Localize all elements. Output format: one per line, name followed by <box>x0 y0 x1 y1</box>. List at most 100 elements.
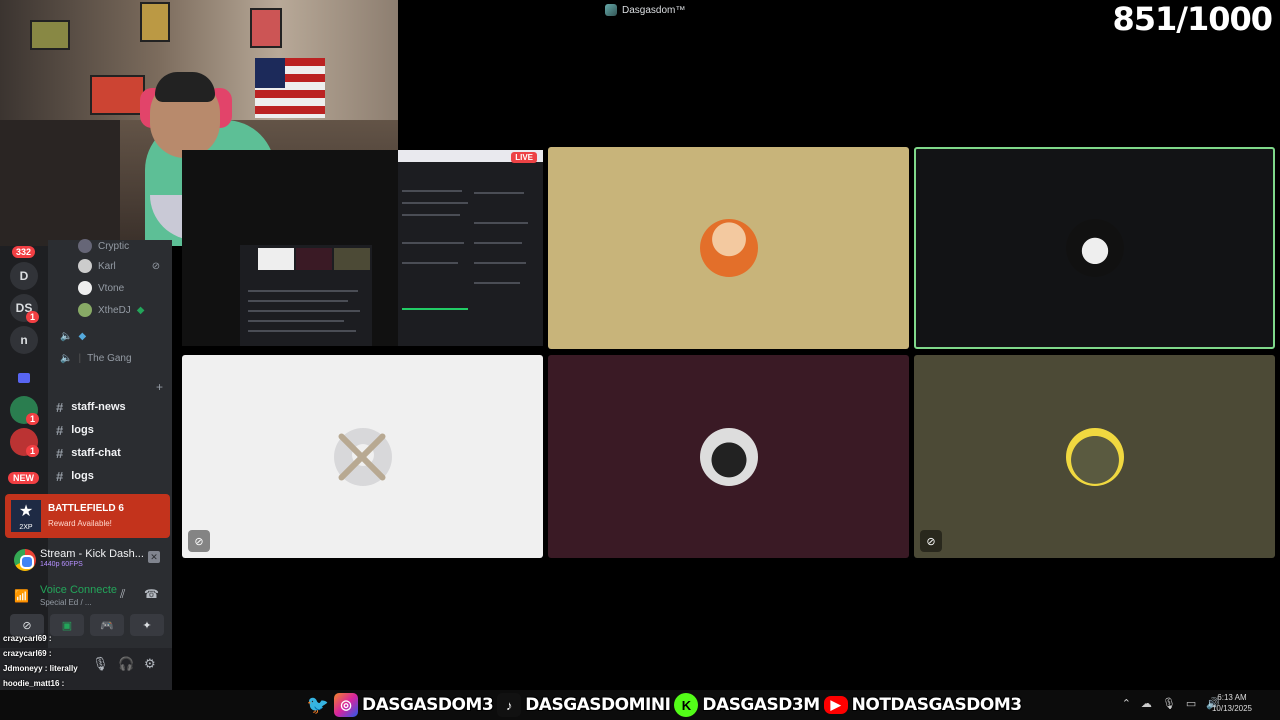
home-badge: 332 <box>12 246 36 258</box>
microphone-icon[interactable]: 🎙 <box>1162 697 1176 710</box>
clock[interactable]: 6:13 AM 10/13/2025 <box>1212 692 1252 714</box>
camera-off-button[interactable]: ⊘ <box>10 614 44 636</box>
server-badge: 1 <box>26 413 40 425</box>
text-line <box>248 300 348 302</box>
text-line <box>248 290 358 292</box>
avatar <box>78 259 92 273</box>
muted-icon: ⊘ <box>920 530 942 552</box>
server-d[interactable]: D <box>10 262 38 290</box>
instagram-icon: ◎ <box>334 693 358 717</box>
speaker-icon: 🔈 <box>60 352 73 364</box>
avatar <box>78 239 92 253</box>
signal-icon: 📶 <box>14 589 29 603</box>
channel-logs[interactable]: # logs <box>56 466 94 486</box>
avatar <box>78 281 92 295</box>
tile-skull[interactable]: ⊘ <box>182 355 543 558</box>
headphones-icon[interactable]: 🎧 <box>118 656 134 672</box>
system-tray: ⌃ ☁ 🎙 ▭ 🔊 <box>1122 697 1220 710</box>
voice-user[interactable]: Vtone <box>78 279 124 297</box>
text-line <box>402 242 464 244</box>
stage-title: Dasgasdom™ <box>605 4 685 16</box>
folder-icon[interactable] <box>10 364 38 392</box>
text-line <box>402 262 458 264</box>
text-line <box>474 192 524 194</box>
soundboard-button[interactable]: ✦ <box>130 614 164 636</box>
screen-share-button[interactable]: ▣ <box>50 614 84 636</box>
stop-stream-icon[interactable]: ✕ <box>148 551 160 563</box>
wall-poster <box>90 75 145 115</box>
chat-message: crazycarl69 : <box>3 649 52 658</box>
text-line <box>474 262 526 264</box>
text-line <box>402 214 460 216</box>
voice-user[interactable]: XtheDJ ◆ <box>78 301 145 319</box>
wall-poster <box>30 20 70 50</box>
add-channel-icon[interactable]: + <box>156 380 163 394</box>
flag-poster <box>255 58 325 118</box>
channel-staff-news[interactable]: # staff-news <box>56 397 126 417</box>
shared-thumb <box>296 248 332 270</box>
channel-logs[interactable]: # logs <box>56 420 94 440</box>
voice-channel[interactable]: 🔈 ◆ <box>60 327 92 345</box>
server-n[interactable]: n <box>10 326 38 354</box>
hash-icon: # <box>56 399 64 415</box>
cloud-icon[interactable]: ☁ <box>1141 697 1152 710</box>
avatar <box>1065 219 1124 277</box>
channel-staff-chat[interactable]: # staff-chat <box>56 443 121 463</box>
voice-channel-name[interactable]: Special Ed / ... <box>40 598 92 607</box>
text-line <box>474 222 528 224</box>
youtube-icon: ▶ <box>823 696 848 714</box>
crossbones-icon <box>330 425 394 489</box>
avatar <box>699 219 758 277</box>
disconnect-icon[interactable]: ☎ <box>144 587 159 601</box>
voice-user[interactable]: Karl ⊘ <box>78 257 160 275</box>
voice-user[interactable]: Cryptic <box>78 237 129 255</box>
chrome-icon <box>14 549 36 571</box>
stream-status[interactable]: Stream - Kick Dash... 1440p 60FPS ✕ <box>10 545 170 573</box>
chevron-up-icon[interactable]: ⌃ <box>1122 697 1131 710</box>
green-line <box>402 308 468 310</box>
speaker-icon: 🔈 <box>60 330 73 342</box>
tile-cat[interactable] <box>548 355 909 558</box>
promo-subtitle: Reward Available! <box>48 519 112 528</box>
microphone-icon[interactable]: 🎙 <box>92 656 109 672</box>
text-line <box>248 320 344 322</box>
activity-button[interactable]: 🎮 <box>90 614 124 636</box>
live-badge: LIVE <box>511 152 537 163</box>
chat-message: hoodie_matt16 : <box>3 679 65 688</box>
stream-title: Stream - Kick Dash... <box>40 548 144 560</box>
wall-poster <box>140 2 170 42</box>
settings-gear-icon[interactable]: ⚙ <box>144 656 156 672</box>
server-badge: 1 <box>26 445 40 457</box>
network-icon[interactable]: ▭ <box>1186 697 1196 710</box>
text-line <box>474 242 522 244</box>
promo-title: BATTLEFIELD 6 <box>48 503 124 514</box>
tiktok-icon: ♪ <box>497 693 522 717</box>
battlefield-promo[interactable]: ★ 2XP BATTLEFIELD 6 Reward Available! <box>5 494 170 538</box>
stream-quality: 1440p 60FPS <box>40 561 83 568</box>
text-line <box>248 330 356 332</box>
tile-dark[interactable] <box>914 147 1275 349</box>
social-links: 🐦 ◎ DASGASDOM3 ♪ DASGASDOMINI K DASGASD3… <box>306 693 1022 717</box>
goal-counter: 851/1000 <box>1112 0 1273 38</box>
tile-gold[interactable]: ⊘ <box>914 355 1275 558</box>
avatar <box>78 303 92 317</box>
chat-message: Jdmoneyy : literally <box>3 664 78 673</box>
voice-status: Voice Connecte <box>40 584 118 596</box>
text-line <box>248 310 360 312</box>
screen-share-tile[interactable]: LIVE <box>182 150 543 346</box>
hash-icon: # <box>56 445 64 461</box>
noise-suppression-icon[interactable]: ⫽ <box>120 587 125 602</box>
server-ds-badge: 1 <box>26 311 40 323</box>
muted-icon: ⊘ <box>188 530 210 552</box>
twitter-icon: 🐦 <box>306 694 330 715</box>
new-badge: NEW <box>8 472 39 484</box>
shared-thumb <box>258 248 294 270</box>
tile-aang[interactable] <box>548 147 909 349</box>
webcam-chair <box>0 120 120 246</box>
diamond-icon: ◆ <box>78 330 87 342</box>
chat-message: crazycarl69 : <box>3 634 52 643</box>
avatar <box>699 427 758 486</box>
voice-channel[interactable]: 🔈 | The Gang <box>60 349 132 367</box>
wall-poster <box>250 8 282 48</box>
shared-discord-window <box>398 162 543 346</box>
